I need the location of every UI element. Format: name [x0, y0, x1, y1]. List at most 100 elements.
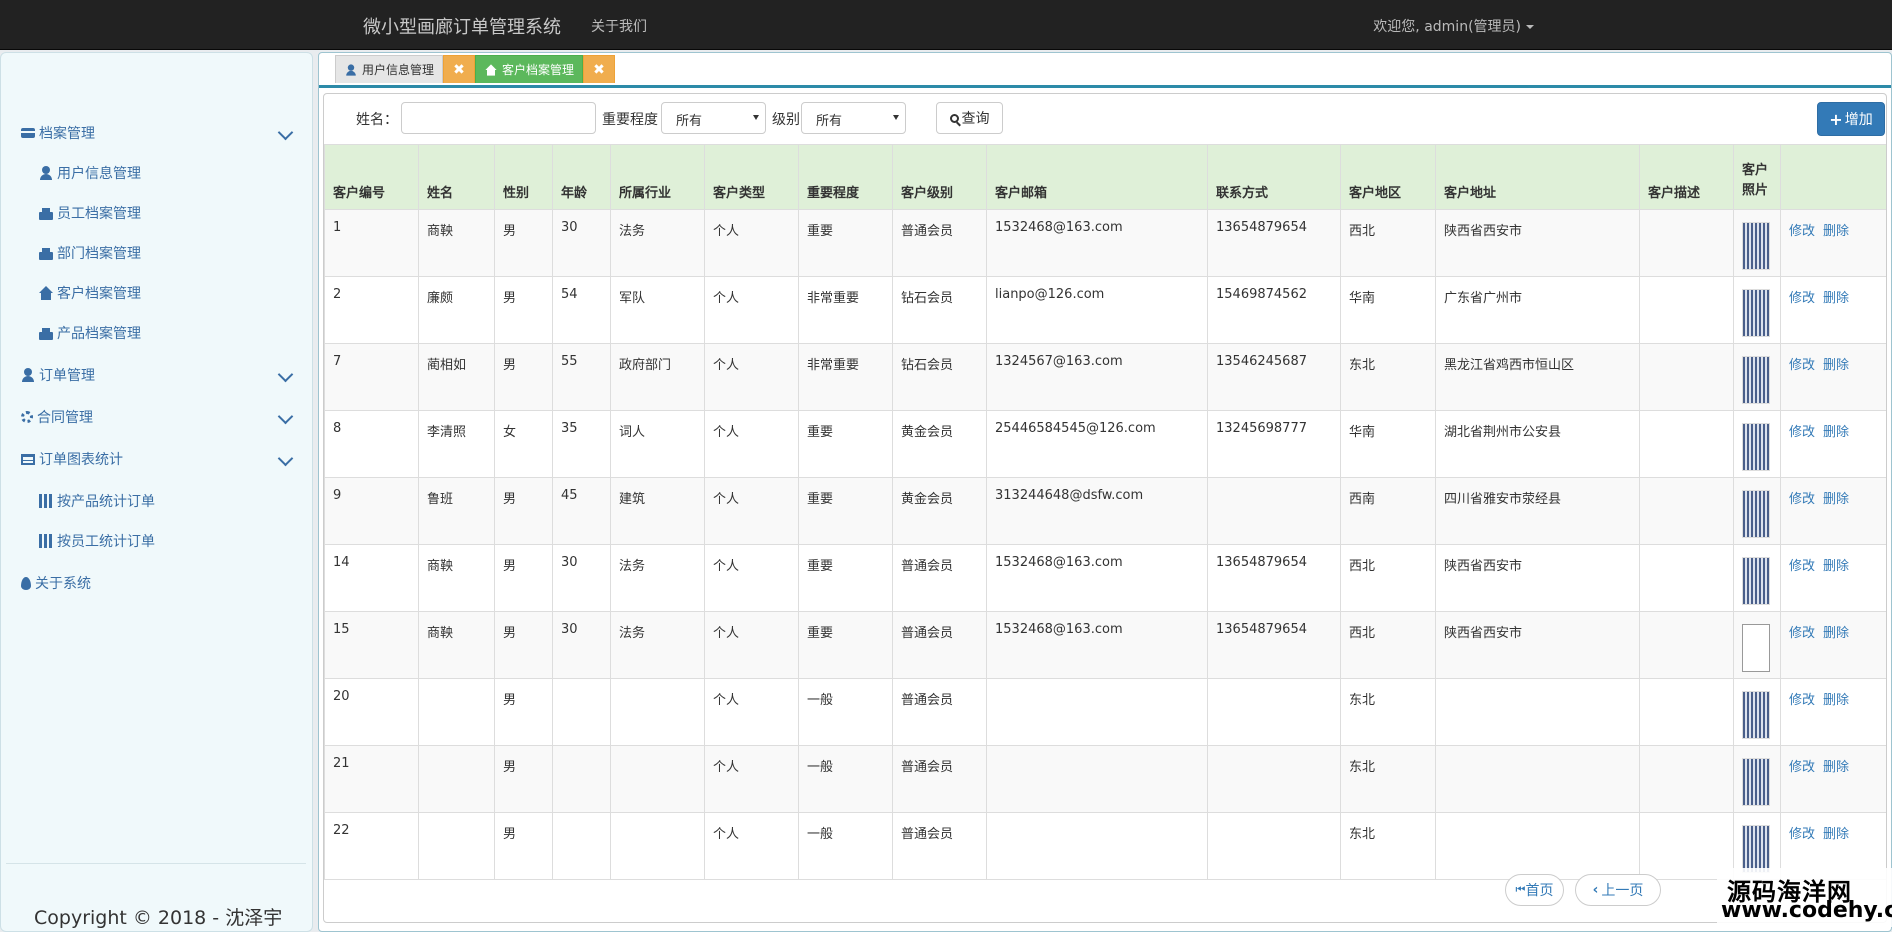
- table-cell: 建筑: [610, 477, 705, 545]
- table-row: 7 蔺相如男 55 政府部门 个人 非常重要 钻石会员 1324567@163.com 1354…: [324, 343, 1886, 411]
- chevron-left-icon: ‹: [1592, 882, 1599, 898]
- table-cell: 个人: [704, 209, 799, 277]
- query-button[interactable]: 查询: [936, 102, 1003, 134]
- table-cell: [1207, 477, 1341, 545]
- sidebar-group-archives[interactable]: 档案管理: [21, 121, 294, 145]
- sidebar-item-label: 部门档案管理: [57, 246, 141, 262]
- table-cell: 东北: [1340, 678, 1436, 746]
- delete-link[interactable]: 删除: [1823, 358, 1849, 373]
- prev-page-button[interactable]: ‹ 上一页: [1575, 874, 1661, 906]
- table-cell: 男: [494, 477, 553, 545]
- delete-link[interactable]: 删除: [1823, 559, 1849, 574]
- tab-user-info[interactable]: 用户信息管理: [335, 55, 444, 83]
- table-cell: 西北: [1340, 544, 1436, 612]
- chevron-down-icon: [277, 366, 294, 383]
- sidebar-item-customer[interactable]: 客户档案管理: [39, 281, 309, 305]
- sidebar-item-stats-product[interactable]: 按产品统计订单: [39, 489, 309, 513]
- sidebar-item-stats-employee[interactable]: 按员工统计订单: [39, 529, 309, 553]
- importance-label: 重要程度: [602, 112, 658, 128]
- edit-link[interactable]: 修改: [1789, 492, 1815, 507]
- top-navbar: 微小型画廊订单管理系统 关于我们 欢迎您, admin(管理员): [0, 0, 1892, 50]
- importance-select[interactable]: 所有: [661, 102, 766, 134]
- customer-photo[interactable]: [1742, 423, 1770, 471]
- sidebar-group-contracts[interactable]: 合同管理: [21, 405, 294, 429]
- customer-photo[interactable]: [1742, 356, 1770, 404]
- sidebar-group-charts[interactable]: 订单图表统计: [21, 447, 294, 471]
- sidebar-item-label: 关于系统: [35, 576, 91, 592]
- table-cell: [1435, 812, 1640, 880]
- sidebar-item-employee[interactable]: 员工档案管理: [39, 201, 309, 225]
- table-cell: 个人: [704, 410, 799, 478]
- sidebar-item-user-info[interactable]: 用户信息管理: [39, 161, 309, 185]
- delete-link[interactable]: 删除: [1823, 760, 1849, 775]
- table-cell: 商鞅: [418, 209, 495, 277]
- edit-link[interactable]: 修改: [1789, 626, 1815, 641]
- gear-icon: [21, 411, 33, 423]
- plus-icon: +: [1829, 109, 1843, 129]
- table-cell: 女: [494, 410, 553, 478]
- home-icon: [485, 63, 497, 76]
- level-select[interactable]: 所有: [801, 102, 906, 134]
- edit-link[interactable]: 修改: [1789, 224, 1815, 239]
- table-cell: 15469874562: [1207, 276, 1341, 344]
- tab-customer[interactable]: 客户档案管理: [475, 55, 584, 83]
- delete-link[interactable]: 删除: [1823, 425, 1849, 440]
- name-search-input[interactable]: [401, 102, 596, 134]
- customer-photo[interactable]: [1742, 490, 1770, 538]
- table-cell: [1435, 745, 1640, 813]
- fire-icon: [21, 576, 31, 590]
- customer-photo[interactable]: [1742, 222, 1770, 270]
- delete-link[interactable]: 删除: [1823, 291, 1849, 306]
- delete-link[interactable]: 删除: [1823, 492, 1849, 507]
- edit-link[interactable]: 修改: [1789, 827, 1815, 842]
- table-cell: 钻石会员: [892, 276, 987, 344]
- sidebar-item-about-system[interactable]: 关于系统: [21, 571, 291, 595]
- column-header: 客户类型: [704, 144, 799, 210]
- sidebar-item-department[interactable]: 部门档案管理: [39, 241, 309, 265]
- tab-close-button[interactable]: ✖: [583, 55, 616, 83]
- sidebar-divider: [6, 863, 306, 864]
- actions-cell: 修改 删除: [1780, 745, 1886, 813]
- delete-link[interactable]: 删除: [1823, 693, 1849, 708]
- customer-photo[interactable]: [1742, 289, 1770, 337]
- sidebar-item-product[interactable]: 产品档案管理: [39, 321, 309, 345]
- customer-photo[interactable]: [1742, 825, 1770, 873]
- edit-link[interactable]: 修改: [1789, 291, 1815, 306]
- table-cell: 四川省雅安市荥经县: [1435, 477, 1640, 545]
- delete-link[interactable]: 删除: [1823, 224, 1849, 239]
- customer-photo[interactable]: [1742, 557, 1770, 605]
- delete-link[interactable]: 删除: [1823, 827, 1849, 842]
- customer-photo[interactable]: [1742, 758, 1770, 806]
- customer-photo[interactable]: [1742, 624, 1770, 672]
- table-row: 14 商鞅男 30 法务 个人 重要 普通会员 1532468@163.com 13654879…: [324, 544, 1886, 612]
- table-cell: 法务: [610, 611, 705, 679]
- table-cell: [418, 812, 495, 880]
- edit-link[interactable]: 修改: [1789, 425, 1815, 440]
- sidebar-group-orders[interactable]: 订单管理: [21, 363, 294, 387]
- customer-photo[interactable]: [1742, 691, 1770, 739]
- table-cell: 1: [324, 209, 419, 277]
- app-brand[interactable]: 微小型画廊订单管理系统: [363, 13, 561, 39]
- edit-link[interactable]: 修改: [1789, 693, 1815, 708]
- search-icon: [949, 113, 959, 123]
- edit-link[interactable]: 修改: [1789, 760, 1815, 775]
- edit-link[interactable]: 修改: [1789, 358, 1815, 373]
- edit-link[interactable]: 修改: [1789, 559, 1815, 574]
- add-button[interactable]: + 增加: [1817, 102, 1885, 136]
- table-cell: 鲁班: [418, 477, 495, 545]
- actions-cell: 修改 删除: [1780, 477, 1886, 545]
- table-cell: [610, 812, 705, 880]
- sidebar-group-label: 档案管理: [39, 126, 95, 142]
- table-cell: [1207, 745, 1341, 813]
- table-cell: 词人: [610, 410, 705, 478]
- user-menu[interactable]: 欢迎您, admin(管理员): [1373, 16, 1534, 36]
- table-cell: [610, 745, 705, 813]
- column-header: 性别: [494, 144, 553, 210]
- delete-link[interactable]: 删除: [1823, 626, 1849, 641]
- content-area: 姓名： 重要程度 所有 级别 所有 查询 + 增加 客户编号 姓名 性别 年龄 …: [323, 93, 1887, 923]
- table-cell: 个人: [704, 343, 799, 411]
- table-cell: 13654879654: [1207, 544, 1341, 612]
- tab-close-button[interactable]: ✖: [443, 55, 476, 83]
- nav-about-link[interactable]: 关于我们: [591, 16, 647, 36]
- first-page-button[interactable]: ⏮ 首页: [1505, 874, 1564, 906]
